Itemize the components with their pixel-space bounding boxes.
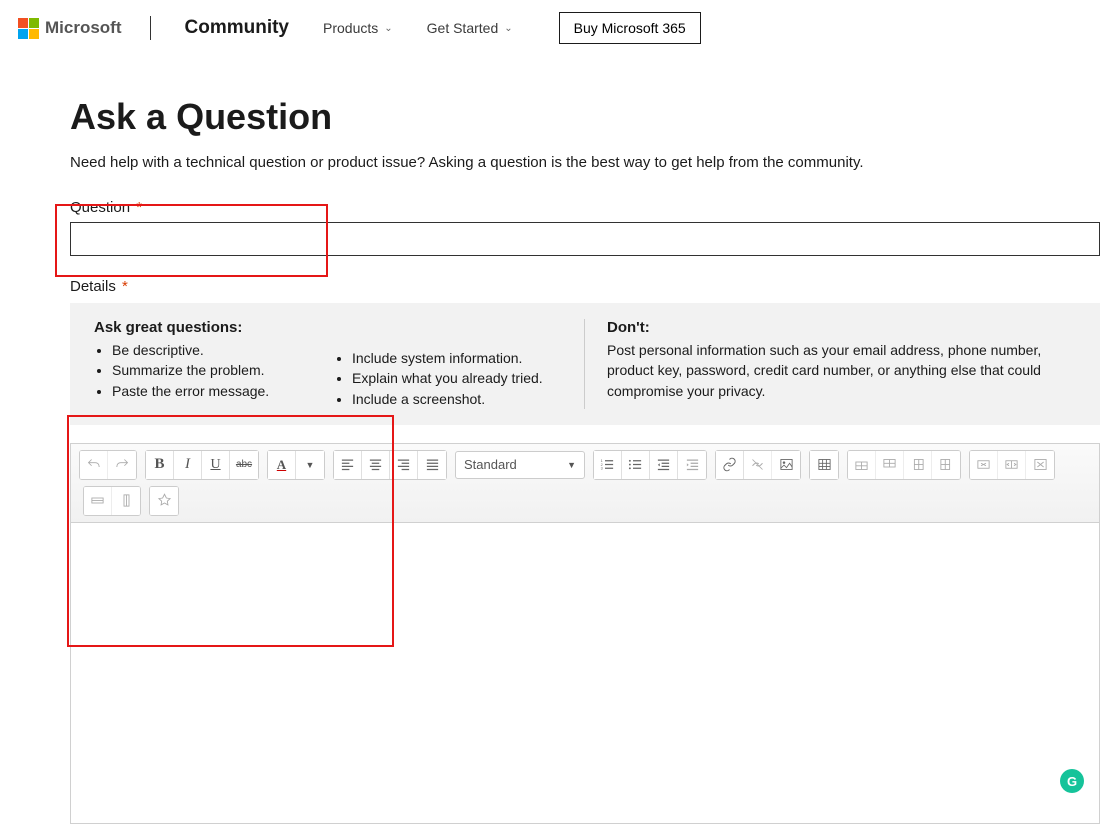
page-subtitle: Need help with a technical question or p…	[70, 154, 1100, 171]
buy-m365-button[interactable]: Buy Microsoft 365	[559, 12, 701, 44]
text-color-dropdown[interactable]: ▼	[296, 451, 324, 479]
font-size-label: Standard	[464, 457, 517, 472]
question-input[interactable]	[70, 222, 1100, 256]
divider	[150, 16, 151, 40]
details-editor: B I U abc A ▼ Standard ▼ 123	[70, 443, 1100, 824]
tips-do-heading: Ask great questions:	[94, 319, 334, 336]
unlink-button[interactable]	[744, 451, 772, 479]
underline-button[interactable]: U	[202, 451, 230, 479]
undo-button[interactable]	[80, 451, 108, 479]
align-center-button[interactable]	[362, 451, 390, 479]
bold-button[interactable]: B	[146, 451, 174, 479]
details-editor-body[interactable]	[71, 523, 1099, 823]
align-justify-button[interactable]	[418, 451, 446, 479]
top-nav: Microsoft Community Products ⌄ Get Start…	[0, 0, 1106, 56]
svg-text:3: 3	[601, 467, 603, 471]
tip-item: Paste the error message.	[112, 381, 334, 401]
split-cells-button[interactable]	[998, 451, 1026, 479]
microsoft-logo-icon[interactable]	[18, 18, 39, 39]
nav-get-started[interactable]: Get Started ⌄	[421, 14, 519, 42]
details-label-text: Details	[70, 278, 116, 295]
required-asterisk: *	[136, 199, 142, 216]
delete-row-button[interactable]	[84, 487, 112, 515]
table-row-above-button[interactable]	[848, 451, 876, 479]
table-col-left-button[interactable]	[904, 451, 932, 479]
brand-name[interactable]: Microsoft	[45, 18, 122, 38]
unordered-list-button[interactable]	[622, 451, 650, 479]
nav-community[interactable]: Community	[179, 11, 296, 45]
table-row-below-button[interactable]	[876, 451, 904, 479]
strikethrough-button[interactable]: abc	[230, 451, 258, 479]
table-button[interactable]	[810, 451, 838, 479]
tips-do-col-1: Ask great questions: Be descriptive. Sum…	[94, 319, 334, 409]
table-col-right-button[interactable]	[932, 451, 960, 479]
image-button[interactable]	[772, 451, 800, 479]
tips-dont-heading: Don't:	[607, 319, 1076, 336]
question-label-text: Question	[70, 199, 130, 216]
italic-button[interactable]: I	[174, 451, 202, 479]
tips-dont-text: Post personal information such as your e…	[607, 340, 1076, 401]
align-left-button[interactable]	[334, 451, 362, 479]
align-right-button[interactable]	[390, 451, 418, 479]
details-label: Details *	[70, 278, 1100, 295]
chevron-down-icon: ⌄	[504, 23, 512, 34]
grammarly-badge-icon[interactable]: G	[1060, 769, 1084, 793]
tips-do-col-2: Include system information. Explain what…	[334, 319, 574, 409]
tip-item: Include a screenshot.	[352, 389, 574, 409]
question-label: Question *	[70, 199, 1100, 216]
pin-button[interactable]	[150, 487, 178, 515]
link-button[interactable]	[716, 451, 744, 479]
required-asterisk: *	[122, 278, 128, 295]
outdent-button[interactable]	[650, 451, 678, 479]
tip-item: Be descriptive.	[112, 340, 334, 360]
tips-dont-col: Don't: Post personal information such as…	[584, 319, 1076, 409]
merge-cells-button[interactable]	[970, 451, 998, 479]
text-color-button[interactable]: A	[268, 451, 296, 479]
tip-item: Summarize the problem.	[112, 360, 334, 380]
chevron-down-icon: ⌄	[384, 23, 392, 34]
ordered-list-button[interactable]: 123	[594, 451, 622, 479]
delete-table-button[interactable]	[1026, 451, 1054, 479]
nav-get-started-label: Get Started	[427, 20, 499, 36]
page-title: Ask a Question	[70, 96, 1100, 138]
tip-item: Explain what you already tried.	[352, 368, 574, 388]
font-size-select[interactable]: Standard ▼	[455, 451, 585, 479]
redo-button[interactable]	[108, 451, 136, 479]
indent-button[interactable]	[678, 451, 706, 479]
editor-toolbar: B I U abc A ▼ Standard ▼ 123	[71, 444, 1099, 523]
nav-products[interactable]: Products ⌄	[317, 14, 399, 42]
nav-products-label: Products	[323, 20, 378, 36]
tips-box: Ask great questions: Be descriptive. Sum…	[70, 303, 1100, 425]
main-content: Ask a Question Need help with a technica…	[0, 56, 1100, 824]
chevron-down-icon: ▼	[567, 460, 576, 470]
tip-item: Include system information.	[352, 348, 574, 368]
delete-col-button[interactable]	[112, 487, 140, 515]
